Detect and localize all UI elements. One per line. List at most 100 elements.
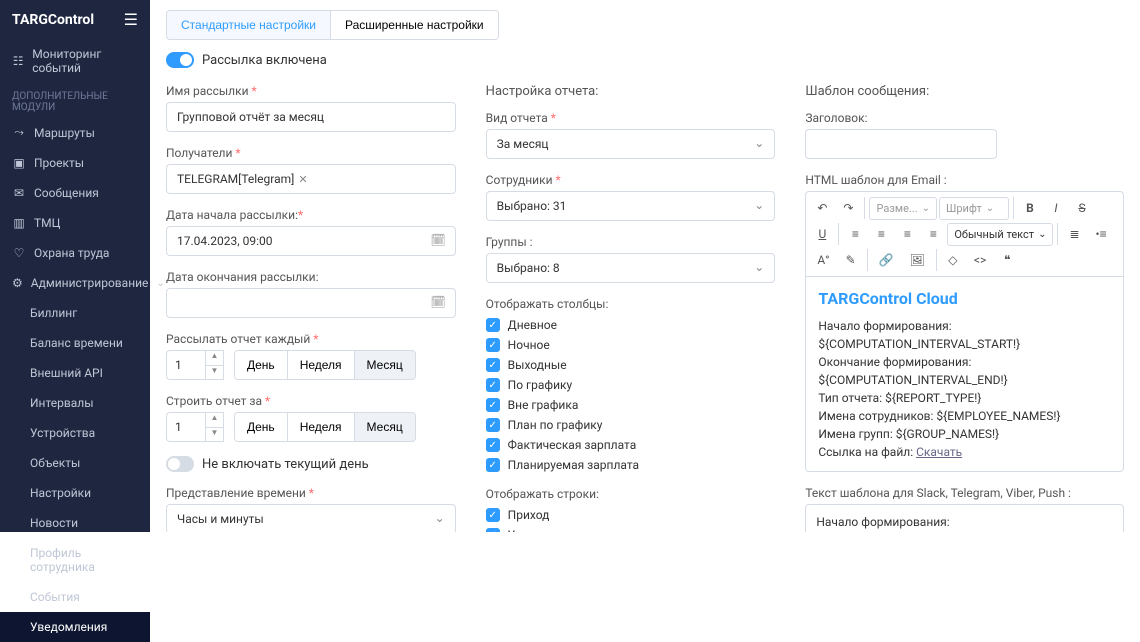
toolbar-divider — [1057, 223, 1058, 245]
list-bullet-icon[interactable]: •≡ — [1089, 222, 1114, 246]
name-input[interactable]: Групповой отчёт за месяц — [166, 102, 456, 132]
sidebar-item-notifications[interactable]: Уведомления — [0, 612, 150, 642]
employees-select[interactable]: Выбрано: 31 — [486, 191, 776, 221]
report-type-select[interactable]: За месяц — [486, 129, 776, 159]
checkbox[interactable]: ✓ — [486, 528, 500, 532]
unit-month[interactable]: Месяц — [354, 351, 415, 379]
unit-day[interactable]: День — [235, 351, 287, 379]
align-justify-icon[interactable]: ≡ — [921, 222, 945, 246]
align-center-icon[interactable]: ≡ — [869, 222, 893, 246]
undo-icon[interactable]: ↶ — [810, 196, 834, 220]
toolbar-divider — [936, 249, 937, 271]
editor-body[interactable]: TARGControl Cloud Начало формирования: $… — [806, 277, 1123, 471]
time-repr-select[interactable]: Часы и минуты — [166, 504, 456, 532]
checkbox[interactable]: ✓ — [486, 398, 500, 412]
sidebar-item-admin[interactable]: ⚙Администрирование⌄ — [0, 268, 150, 298]
unit-month[interactable]: Месяц — [354, 413, 415, 441]
unit-day[interactable]: День — [235, 413, 287, 441]
file-link[interactable]: Скачать — [916, 445, 962, 459]
title-input[interactable] — [805, 129, 996, 159]
enabled-label: Рассылка включена — [202, 53, 327, 68]
sidebar-item-intervals[interactable]: Интервалы — [0, 388, 150, 418]
code-icon[interactable]: <> — [967, 248, 993, 272]
highlight-icon[interactable]: ✎ — [839, 248, 863, 272]
report-section-title: Настройка отчета: — [486, 84, 776, 99]
sidebar-item-routes[interactable]: ⤳Маршруты — [0, 117, 150, 148]
checklist-item: ✓ Уход — [486, 525, 776, 532]
sidebar-item-news[interactable]: Новости — [0, 508, 150, 538]
checkbox[interactable]: ✓ — [486, 358, 500, 372]
checkbox[interactable]: ✓ — [486, 438, 500, 452]
recipients-input[interactable]: TELEGRAM[Telegram] ✕ — [166, 164, 456, 194]
sidebar-item-billing[interactable]: Биллинг — [0, 298, 150, 328]
build-for-input[interactable]: 1 — [166, 412, 206, 442]
text-template-input[interactable]: Начало формирования: ${COMPUTATION_INTER… — [805, 504, 1124, 532]
paragraph-style-select[interactable]: Обычный текст — [947, 223, 1053, 246]
chip-remove-icon[interactable]: ✕ — [298, 173, 307, 186]
checklist-item: ✓По графику — [486, 375, 776, 395]
image-icon[interactable]: 🖼 — [903, 248, 932, 272]
enabled-toggle-row: Рассылка включена — [166, 52, 1124, 68]
checkbox[interactable]: ✓ — [486, 458, 500, 472]
variable-icon[interactable]: ◇ — [941, 248, 965, 272]
sidebar-item-events[interactable]: События — [0, 582, 150, 612]
sidebar-item-objects[interactable]: Объекты — [0, 448, 150, 478]
sidebar-item-safety[interactable]: ♡Охрана труда — [0, 238, 150, 268]
calendar-icon[interactable]: 🗓 — [430, 233, 445, 247]
hamburger-icon[interactable]: ☰ — [124, 10, 138, 29]
column-right: Шаблон сообщения: Заголовок: HTML шаблон… — [805, 84, 1124, 532]
redo-icon[interactable]: ↷ — [836, 196, 860, 220]
unit-week[interactable]: Неделя — [287, 413, 354, 441]
font-family-select[interactable]: Шрифт — [939, 197, 1009, 220]
recipients-label: Получатели — [166, 146, 456, 160]
sidebar-item-monitoring[interactable]: ☷ Мониторинг событий — [0, 39, 150, 83]
enabled-toggle[interactable] — [166, 52, 194, 68]
checkbox[interactable]: ✓ — [486, 378, 500, 392]
caret-down-icon[interactable]: ▼ — [206, 428, 223, 442]
tab-standard[interactable]: Стандартные настройки — [167, 11, 330, 39]
sidebar-item-tmc[interactable]: ▥ТМЦ — [0, 208, 150, 238]
sidebar-item-external-api[interactable]: Внешний API — [0, 358, 150, 388]
underline-icon[interactable]: U — [810, 222, 834, 246]
sidebar-item-label: Интервалы — [30, 396, 94, 410]
calendar-icon[interactable]: 🗓 — [430, 295, 445, 309]
exclude-today-toggle[interactable] — [166, 456, 194, 472]
checkbox[interactable]: ✓ — [486, 338, 500, 352]
caret-down-icon[interactable]: ▼ — [206, 366, 223, 380]
checkbox[interactable]: ✓ — [486, 508, 500, 522]
groups-select[interactable]: Выбрано: 8 — [486, 253, 776, 283]
toolbar-divider — [864, 197, 865, 219]
sidebar-item-employee-profile[interactable]: Профиль сотрудника — [0, 538, 150, 582]
caret-up-icon[interactable]: ▲ — [206, 413, 223, 428]
sidebar-item-messages[interactable]: ✉Сообщения — [0, 178, 150, 208]
tab-extended[interactable]: Расширенные настройки — [330, 11, 498, 39]
checkbox[interactable]: ✓ — [486, 318, 500, 332]
sidebar-item-devices[interactable]: Устройства — [0, 418, 150, 448]
unit-week[interactable]: Неделя — [287, 351, 354, 379]
list-ordered-icon[interactable]: ≣ — [1062, 222, 1086, 246]
align-left-icon[interactable]: ≡ — [843, 222, 867, 246]
strike-icon[interactable]: S — [1070, 196, 1094, 220]
sidebar-item-label: Администрирование — [31, 276, 149, 290]
sidebar-item-projects[interactable]: ▣Проекты — [0, 148, 150, 178]
checkbox[interactable]: ✓ — [486, 418, 500, 432]
sidebar-item-time-balance[interactable]: Баланс времени — [0, 328, 150, 358]
end-date-input[interactable] — [166, 288, 456, 318]
caret-up-icon[interactable]: ▲ — [206, 351, 223, 366]
text-color-icon[interactable]: A° — [810, 248, 836, 272]
sidebar-item-settings[interactable]: Настройки — [0, 478, 150, 508]
link-icon[interactable]: 🔗 — [872, 248, 901, 272]
shield-icon: ♡ — [12, 246, 26, 260]
start-date-input[interactable]: 17.04.2023, 09:00 — [166, 226, 456, 256]
checklist-label: Вне графика — [508, 398, 579, 412]
send-every-spinner[interactable]: ▲▼ — [206, 350, 224, 380]
quote-icon[interactable]: ❝ — [995, 248, 1019, 272]
align-right-icon[interactable]: ≡ — [895, 222, 919, 246]
bold-icon[interactable]: B — [1018, 196, 1042, 220]
sidebar-item-label: Новости — [30, 516, 78, 530]
italic-icon[interactable]: I — [1044, 196, 1068, 220]
checklist-label: Уход — [508, 528, 535, 532]
font-size-select[interactable]: Разме... — [869, 197, 937, 220]
build-for-spinner[interactable]: ▲▼ — [206, 412, 224, 442]
send-every-input[interactable]: 1 — [166, 350, 206, 380]
